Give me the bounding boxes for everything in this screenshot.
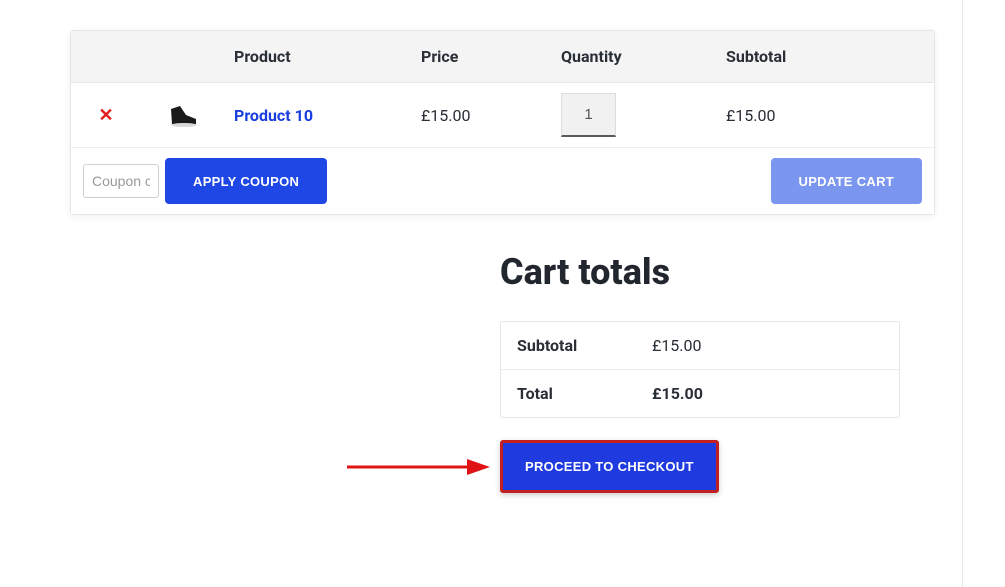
item-subtotal: £15.00 (726, 106, 901, 125)
item-price: £15.00 (421, 106, 561, 125)
product-thumbnail[interactable] (168, 99, 200, 131)
coupon-code-input[interactable] (83, 164, 159, 198)
header-thumb-col (141, 47, 226, 66)
cart-totals-title: Cart totals (500, 251, 935, 293)
product-col: Product 10 (226, 106, 421, 125)
cart-header-row: Product Price Quantity Subtotal (71, 31, 934, 83)
total-row: Total £15.00 (501, 369, 899, 417)
header-quantity: Quantity (561, 47, 726, 66)
proceed-to-checkout-button[interactable]: PROCEED TO CHECKOUT (500, 440, 719, 493)
header-remove-col (71, 47, 141, 66)
totals-box: Subtotal £15.00 Total £15.00 (500, 321, 900, 418)
subtotal-row: Subtotal £15.00 (501, 322, 899, 369)
shoe-icon (168, 99, 200, 131)
thumb-col (141, 99, 226, 131)
remove-item-icon[interactable]: ✕ (98, 105, 113, 126)
arrow-annotation (345, 454, 490, 480)
header-product: Product (226, 47, 421, 66)
apply-coupon-button[interactable]: APPLY COUPON (165, 158, 327, 204)
header-price: Price (421, 47, 561, 66)
checkout-row: PROCEED TO CHECKOUT (500, 440, 935, 493)
quantity-input[interactable] (561, 93, 616, 137)
right-divider (962, 0, 963, 587)
cart-totals-section: Cart totals Subtotal £15.00 Total £15.00… (500, 251, 935, 493)
arrow-icon (345, 454, 490, 480)
coupon-left: APPLY COUPON (83, 158, 327, 204)
subtotal-label: Subtotal (517, 336, 652, 355)
total-label: Total (517, 384, 652, 403)
cart-item-row: ✕ Product 10 £15.00 £15.00 (71, 83, 934, 148)
qty-col (561, 93, 726, 137)
coupon-row: APPLY COUPON UPDATE CART (71, 148, 934, 214)
remove-col: ✕ (71, 105, 141, 126)
total-value: £15.00 (652, 384, 703, 403)
update-cart-button[interactable]: UPDATE CART (771, 158, 923, 204)
product-name-link[interactable]: Product 10 (234, 106, 313, 125)
header-subtotal: Subtotal (726, 47, 901, 66)
cart-table: Product Price Quantity Subtotal ✕ Produc… (70, 30, 935, 215)
subtotal-value: £15.00 (652, 336, 702, 355)
